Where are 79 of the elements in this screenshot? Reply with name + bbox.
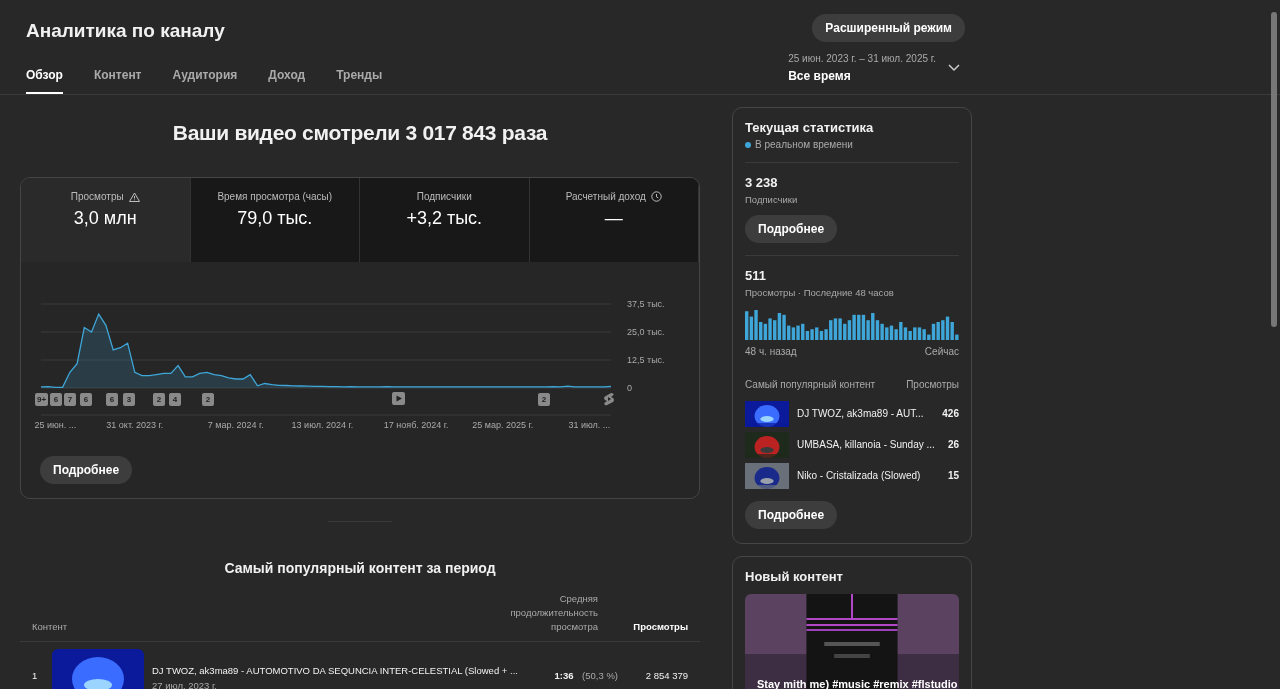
metric-value: +3,2 тыс. — [406, 208, 483, 229]
live-label: В реальном времени — [755, 139, 853, 150]
metric-label: Просмотры — [70, 191, 124, 202]
rank-cell-text: 1 — [32, 669, 39, 681]
upload-count-marker[interactable]: 6 — [50, 393, 62, 406]
advanced-mode-button[interactable]: Расширенный режим — [812, 14, 965, 42]
views-count: 15 — [947, 470, 959, 481]
views-count: 26 — [947, 439, 959, 450]
column-header: Контент — [32, 619, 69, 634]
axis-label: Сейчас — [924, 346, 959, 357]
scrollbar[interactable] — [1271, 12, 1277, 327]
subscriber-label: Подписчики — [745, 194, 799, 205]
warning-icon — [128, 191, 140, 202]
column-header: Средняя продолжительность просмотра — [509, 592, 598, 634]
upload-count-marker[interactable]: 6 — [80, 393, 92, 406]
x-tick-label: 7 мар. 2024 г. — [207, 420, 264, 430]
metric-label: Время просмотра (часы) — [217, 191, 333, 202]
more-button[interactable]: Подробнее — [40, 456, 133, 484]
percent-cell: (50,3 %) — [582, 669, 618, 681]
y-tick-label: 0 — [627, 383, 632, 393]
chevron-down-icon — [948, 64, 960, 72]
video-date: 27 июл. 2023 г. — [152, 680, 218, 689]
view-count: 511 — [745, 268, 767, 283]
period-dropdown[interactable]: 25 июн. 2023 г. – 31 июл. 2025 г. Все время — [788, 53, 960, 83]
shorts-marker-icon[interactable] — [603, 392, 615, 406]
y-tick-label: 37,5 тыс. — [627, 299, 665, 309]
metric-value: 3,0 млн — [73, 208, 137, 229]
video-title[interactable]: Niko - Cristalizada (Slowed) — [797, 470, 940, 481]
video-marker-icon[interactable] — [392, 392, 405, 405]
video-title[interactable]: DJ TWOZ, ak3ma89 - AUT... — [797, 408, 935, 419]
x-tick-label: 25 мар. 2025 г. — [472, 420, 534, 430]
upload-count-marker[interactable]: 9+ — [35, 393, 49, 406]
metric-value: 79,0 тыс. — [237, 208, 313, 229]
views-count: 426 — [942, 408, 959, 419]
upload-count-marker[interactable]: 2 — [202, 393, 214, 406]
upload-count-marker[interactable]: 2 — [153, 393, 165, 406]
upload-count-marker[interactable]: 6 — [106, 393, 118, 406]
views-cell-text: 2 854 379 — [644, 669, 688, 681]
list-header: Самый популярный контент — [745, 379, 876, 390]
y-tick-label: 12,5 тыс. — [627, 355, 665, 365]
metric-label: Подписчики — [416, 191, 472, 202]
column-header: Просмотры — [632, 619, 688, 634]
tab[interactable]: Обзор — [26, 66, 63, 94]
x-tick-label: 31 окт. 2023 г. — [106, 420, 164, 430]
duration-cell: 1:36 — [554, 669, 574, 681]
section-title: Самый популярный контент за период — [223, 560, 497, 576]
clock-icon — [650, 191, 662, 202]
headline: Ваши видео смотрели 3 017 843 раза — [171, 121, 549, 146]
upload-count-marker[interactable]: 4 — [169, 393, 181, 406]
card-title: Текущая статистика — [745, 120, 875, 135]
video-title[interactable]: UMBASA, killanoia - Sunday ... — [797, 439, 940, 450]
y-tick-label: 25,0 тыс. — [627, 327, 665, 337]
x-tick-label: 17 нояб. 2024 г. — [383, 420, 449, 430]
x-tick-label: 25 июн. ... — [34, 420, 77, 430]
metric-tab[interactable]: Расчетный доход — — [529, 178, 699, 262]
more-button[interactable]: Подробнее — [745, 215, 838, 243]
upload-count-marker[interactable]: 2 — [538, 393, 550, 406]
metric-tab[interactable]: Просмотры 3,0 млн — [21, 178, 191, 262]
metric-tab[interactable]: Подписчики +3,2 тыс. — [360, 178, 530, 262]
tab[interactable]: Контент — [93, 66, 142, 94]
more-button[interactable]: Подробнее — [745, 501, 838, 529]
subscriber-count: 3 238 — [745, 175, 779, 190]
live-dot — [745, 141, 751, 148]
tab[interactable]: Доход — [268, 66, 306, 94]
page-title: Аналитика по каналу — [26, 20, 226, 42]
tab[interactable]: Тренды — [336, 66, 383, 94]
x-tick-label: 31 июл. ... — [568, 420, 611, 430]
tab[interactable]: Аудитория — [172, 66, 238, 94]
metric-label: Расчетный доход — [565, 191, 646, 202]
metric-tab[interactable]: Время просмотра (часы) 79,0 тыс. — [190, 178, 360, 262]
metric-value: — — [604, 208, 623, 229]
upload-count-marker[interactable]: 7 — [64, 393, 76, 406]
axis-label: 48 ч. назад — [745, 346, 797, 357]
x-tick-label: 13 июл. 2024 г. — [291, 420, 354, 430]
upload-count-marker[interactable]: 3 — [123, 393, 135, 406]
card-title: Новый контент — [745, 569, 844, 584]
list-header: Просмотры — [906, 379, 959, 390]
views-label: Просмотры · Последние 48 часов — [745, 287, 895, 298]
video-title[interactable]: DJ TWOZ, ak3ma89 - AUTOMOTIVO DA SEQUNCIA INTER-CELESTIAL (Slowed + ... — [152, 665, 518, 677]
